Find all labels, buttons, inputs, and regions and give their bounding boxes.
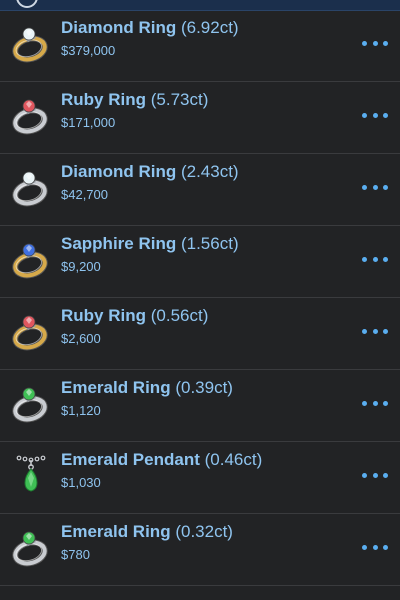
diamond-gold-ring-icon	[12, 27, 48, 63]
item-name: Emerald Ring	[61, 378, 171, 397]
ruby-silver-ring-icon	[12, 99, 48, 135]
item-title: Emerald Pendant (0.46ct)	[61, 450, 262, 470]
list-item[interactable]: Emerald Ring (0.32ct) $780	[0, 514, 400, 586]
item-name: Emerald Pendant	[61, 450, 200, 469]
dot-icon	[383, 112, 388, 118]
dot-icon	[383, 544, 388, 550]
item-carat: (5.73ct)	[150, 90, 209, 109]
more-options-button[interactable]	[362, 470, 388, 480]
item-name: Emerald Ring	[61, 522, 171, 541]
item-title: Sapphire Ring (1.56ct)	[61, 234, 239, 254]
item-price: $1,030	[61, 475, 101, 490]
item-carat: (0.32ct)	[175, 522, 233, 541]
dot-icon	[372, 112, 378, 118]
item-carat: (0.39ct)	[175, 378, 233, 397]
ruby-gold-ring-icon	[12, 315, 48, 351]
dot-icon	[383, 40, 388, 46]
item-title: Diamond Ring (6.92ct)	[61, 18, 239, 38]
more-options-button[interactable]	[362, 326, 388, 336]
dot-icon	[362, 328, 367, 334]
item-carat: (1.56ct)	[180, 234, 239, 253]
emerald-silver-ring-icon	[12, 531, 48, 567]
list-item[interactable]: Diamond Ring (6.92ct) $379,000	[0, 10, 400, 82]
emerald-pendant-icon	[16, 455, 46, 492]
dot-icon	[372, 544, 378, 550]
item-title: Diamond Ring (2.43ct)	[61, 162, 239, 182]
dot-icon	[372, 328, 378, 334]
dot-icon	[362, 256, 367, 262]
sapphire-gold-ring-icon	[12, 243, 48, 279]
list-item[interactable]: Sapphire Ring (1.56ct) $9,200	[0, 226, 400, 298]
dot-icon	[362, 112, 367, 118]
item-price: $2,600	[61, 331, 101, 346]
dot-icon	[372, 256, 378, 262]
dot-icon	[372, 400, 378, 406]
dot-icon	[372, 40, 378, 46]
item-carat: (0.56ct)	[150, 306, 209, 325]
more-options-button[interactable]	[362, 398, 388, 408]
diamond-silver-ring-icon	[12, 171, 48, 207]
dot-icon	[372, 184, 378, 190]
dot-icon	[362, 544, 367, 550]
item-title: Emerald Ring (0.32ct)	[61, 522, 233, 542]
dot-icon	[383, 400, 388, 406]
more-options-button[interactable]	[362, 254, 388, 264]
item-carat: (0.46ct)	[204, 450, 263, 469]
dot-icon	[383, 184, 388, 190]
item-title: Emerald Ring (0.39ct)	[61, 378, 233, 398]
list-item[interactable]: Emerald Pendant (0.46ct) $1,030	[0, 442, 400, 514]
more-options-button[interactable]	[362, 542, 388, 552]
dot-icon	[362, 184, 367, 190]
item-price: $42,700	[61, 187, 108, 202]
list-item[interactable]: Emerald Ring (0.39ct) $1,120	[0, 370, 400, 442]
dot-icon	[383, 256, 388, 262]
item-name: Diamond Ring	[61, 162, 177, 181]
more-options-button[interactable]	[362, 38, 388, 48]
item-name: Ruby Ring	[61, 90, 146, 109]
list-item[interactable]: Ruby Ring (0.56ct) $2,600	[0, 298, 400, 370]
item-price: $379,000	[61, 43, 116, 58]
dot-icon	[372, 472, 378, 478]
jewelry-list: Diamond Ring (6.92ct) $379,000 Ruby Ring…	[0, 10, 400, 586]
item-carat: (2.43ct)	[180, 162, 239, 181]
item-price: $171,000	[61, 115, 116, 130]
item-title: Ruby Ring (0.56ct)	[61, 306, 208, 326]
item-carat: (6.92ct)	[180, 18, 239, 37]
item-price: $9,200	[61, 259, 101, 274]
dot-icon	[383, 472, 388, 478]
dot-icon	[362, 400, 367, 406]
list-item[interactable]: Ruby Ring (5.73ct) $171,000	[0, 82, 400, 154]
item-name: Ruby Ring	[61, 306, 146, 325]
more-options-button[interactable]	[362, 182, 388, 192]
dot-icon	[383, 328, 388, 334]
dot-icon	[362, 472, 367, 478]
dot-icon	[362, 40, 367, 46]
more-options-button[interactable]	[362, 110, 388, 120]
item-price: $1,120	[61, 403, 101, 418]
item-title: Ruby Ring (5.73ct)	[61, 90, 208, 110]
item-price: $780	[61, 547, 90, 562]
list-item[interactable]: Diamond Ring (2.43ct) $42,700	[0, 154, 400, 226]
emerald-silver-ring-icon	[12, 387, 48, 423]
profile-icon[interactable]	[16, 0, 38, 8]
item-name: Sapphire Ring	[61, 234, 177, 253]
item-name: Diamond Ring	[61, 18, 177, 37]
